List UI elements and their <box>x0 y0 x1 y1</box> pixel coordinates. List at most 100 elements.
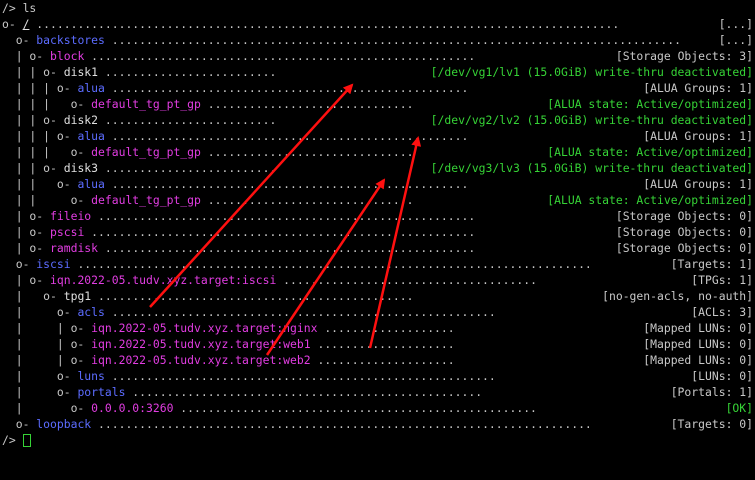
tree-branch: o- <box>2 257 37 271</box>
leader-dots: .............................. <box>200 97 414 111</box>
tree-node-name: portals <box>77 385 126 399</box>
tree-node-name: 0.0.0.0:3260 <box>91 401 174 415</box>
tree-node-name: iqn.2022-05.tudv.xyz.target:iscsi <box>50 273 277 287</box>
tree-row: | o- luns ..............................… <box>2 368 753 384</box>
tree-node-status: [no-gen-acls, no-auth] <box>598 288 753 304</box>
tree-node-status: [LUNs: 0] <box>687 368 753 384</box>
leader-dots: ........................................… <box>70 257 592 271</box>
tree-node-name: iqn.2022-05.tudv.xyz.target:web1 <box>91 337 311 351</box>
leader-dots: ........................................… <box>91 417 592 431</box>
leader-dots: ......................... <box>98 161 277 175</box>
tree-node-status: [...] <box>714 32 753 48</box>
tree-branch: o- <box>2 33 37 47</box>
tree-node-name: backstores <box>36 33 105 47</box>
tree-branch: | | o- <box>2 321 92 335</box>
tree-row: | | o- disk3 ......................... [/… <box>2 160 753 176</box>
tree-node-name: acls <box>77 305 105 319</box>
leader-dots: .............................. <box>200 193 414 207</box>
tree-node-name: alua <box>77 81 105 95</box>
terminal-window[interactable]: /> ls o- / .............................… <box>2 0 753 447</box>
tree-branch: | | | o- <box>2 129 78 143</box>
tree-node-name: disk2 <box>63 113 99 127</box>
tree-node-status: [ALUA Groups: 1] <box>639 176 753 192</box>
tree-node-status: [ALUA state: Active/optimized] <box>543 96 753 112</box>
leader-dots: ........................................… <box>104 369 496 383</box>
tree-node-status: [Mapped LUNs: 0] <box>639 352 753 368</box>
tree-node-name: default_tg_pt_gp <box>91 145 201 159</box>
prompt-line: /> ls <box>2 0 753 16</box>
tree-node-name: ramdisk <box>50 241 99 255</box>
tree-node-status: [Mapped LUNs: 0] <box>639 320 753 336</box>
tree-node-status: [/dev/vg1/lv1 (15.0GiB) write-thru deact… <box>426 64 753 80</box>
leader-dots: .................... <box>310 337 455 351</box>
leader-dots: ........................................… <box>104 177 469 191</box>
tree-branch: | o- <box>2 369 78 383</box>
tree-branch: | o- <box>2 241 51 255</box>
tree-node-status: [Storage Objects: 0] <box>611 224 753 240</box>
tree-row: | o- tpg1 ..............................… <box>2 288 753 304</box>
tree-row: | | o- iqn.2022-05.tudv.xyz.target:nginx… <box>2 320 753 336</box>
tree-node-name: luns <box>77 369 105 383</box>
tree-node-name: disk1 <box>63 65 99 79</box>
tree-branch: | o- <box>2 289 64 303</box>
tree-row: | o- pscsi .............................… <box>2 224 753 240</box>
leader-dots: ........................................… <box>29 17 620 31</box>
tree-node-name: pscsi <box>50 225 85 239</box>
tree-node-name: tpg1 <box>63 289 92 303</box>
tree-node-status: [OK] <box>721 400 753 416</box>
tree-node-name: loopback <box>36 417 92 431</box>
leader-dots: ..................................... <box>276 273 537 287</box>
tree-node-name: disk3 <box>63 161 99 175</box>
tree-node-status: [/dev/vg3/lv3 (15.0GiB) write-thru deact… <box>426 160 753 176</box>
tree-row: | | | o- default_tg_pt_gp ..............… <box>2 144 753 160</box>
tree-branch: o- <box>2 417 37 431</box>
tree-output: o- / ...................................… <box>2 16 753 432</box>
tree-branch: | o- <box>2 273 51 287</box>
tree-branch: o- <box>2 17 23 31</box>
tree-node-status: [ALUA state: Active/optimized] <box>543 144 753 160</box>
tree-branch: | o- <box>2 225 51 239</box>
leader-dots: ........................................… <box>104 305 496 319</box>
tree-node-status: [TPGs: 1] <box>687 272 753 288</box>
tree-row: | | o- default_tg_pt_gp ................… <box>2 192 753 208</box>
tree-node-status: [Targets: 0] <box>666 416 753 432</box>
tree-node-status: [/dev/vg2/lv2 (15.0GiB) write-thru deact… <box>426 112 753 128</box>
command-prompt-end: /> <box>2 433 16 447</box>
tree-node-name: alua <box>77 129 105 143</box>
tree-branch: | | o- <box>2 193 92 207</box>
tree-node-name: block <box>50 49 85 63</box>
leader-dots: ......................... <box>98 113 277 127</box>
tree-row: | | o- disk2 ......................... [/… <box>2 112 753 128</box>
leader-dots: ........................................… <box>104 129 469 143</box>
tree-row: o- iscsi ...............................… <box>2 256 753 272</box>
tree-row: | o- fileio ............................… <box>2 208 753 224</box>
tree-row: o- backstores ..........................… <box>2 32 753 48</box>
leader-dots: ........................................… <box>104 33 681 47</box>
tree-row: | o- 0.0.0.0:3260 ......................… <box>2 400 753 416</box>
tree-row: o- / ...................................… <box>2 16 753 32</box>
tree-node-status: [ALUA Groups: 1] <box>639 128 753 144</box>
tree-row: | | o- iqn.2022-05.tudv.xyz.target:web2 … <box>2 352 753 368</box>
tree-node-status: [Storage Objects: 3] <box>611 48 753 64</box>
tree-row: | o- ramdisk ...........................… <box>2 240 753 256</box>
tree-row: | | o- iqn.2022-05.tudv.xyz.target:web1 … <box>2 336 753 352</box>
leader-dots: ........................................… <box>173 401 537 415</box>
tree-node-name: alua <box>77 177 105 191</box>
tree-node-status: [Portals: 1] <box>666 384 753 400</box>
tree-node-status: [Storage Objects: 0] <box>611 240 753 256</box>
tree-row: | | | o- alua ..........................… <box>2 128 753 144</box>
tree-branch: | | | o- <box>2 145 92 159</box>
leader-dots: ........................................… <box>84 225 476 239</box>
tree-node-status: [ACLs: 3] <box>687 304 753 320</box>
tree-node-name: iqn.2022-05.tudv.xyz.target:nginx <box>91 321 318 335</box>
tree-branch: | | o- <box>2 337 92 351</box>
tree-branch: | | o- <box>2 65 64 79</box>
tree-row: | o- iqn.2022-05.tudv.xyz.target:iscsi .… <box>2 272 753 288</box>
tree-row: | | | o- default_tg_pt_gp ..............… <box>2 96 753 112</box>
tree-node-status: [ALUA state: Active/optimized] <box>543 192 753 208</box>
tree-branch: | | o- <box>2 353 92 367</box>
tree-node-name: default_tg_pt_gp <box>91 193 201 207</box>
leader-dots: ........................................… <box>91 209 476 223</box>
tree-branch: | o- <box>2 49 51 63</box>
tree-node-status: [Storage Objects: 0] <box>611 208 753 224</box>
